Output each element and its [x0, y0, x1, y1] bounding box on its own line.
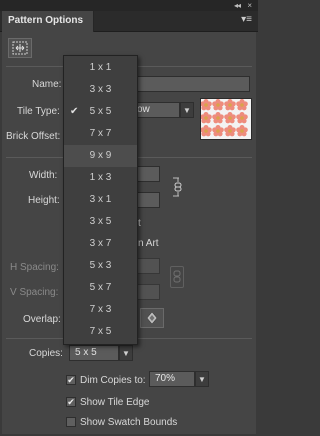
copies-dropdown-button[interactable]: ▼: [119, 345, 133, 361]
copies-value: 5 x 5: [75, 347, 97, 358]
brick-offset-label: Brick Offset:: [6, 131, 61, 142]
width-label: Width:: [29, 170, 58, 181]
h-spacing-label: H Spacing:: [10, 262, 59, 273]
name-label: Name:: [32, 79, 62, 90]
show-tile-edge-label: Show Tile Edge: [80, 397, 150, 408]
dropdown-item-9x9[interactable]: 9 x 9: [64, 145, 137, 167]
show-tile-edge-checkbox[interactable]: ✔: [66, 397, 76, 407]
name-field[interactable]: [130, 76, 250, 92]
close-panel-icon[interactable]: ×: [247, 0, 252, 11]
dropdown-item-3x7[interactable]: 3 x 7: [64, 233, 137, 255]
dim-copies-label: Dim Copies to:: [80, 375, 146, 386]
chevron-down-icon: ▼: [183, 105, 191, 115]
dropdown-item-7x3[interactable]: 7 x 3: [64, 299, 137, 321]
flower-pattern-image: [201, 99, 248, 137]
link-dimensions-icon[interactable]: [170, 176, 186, 201]
dropdown-item-7x5[interactable]: 7 x 5: [64, 321, 137, 343]
dropdown-item-5x7[interactable]: 5 x 7: [64, 277, 137, 299]
pattern-tile-tool-button[interactable]: [8, 38, 32, 58]
panel-menu-icon[interactable]: ▾≡: [241, 14, 252, 26]
height-label: Height:: [28, 195, 60, 206]
check-icon: ✔: [67, 375, 75, 385]
copies-label: Copies:: [29, 348, 63, 359]
dropdown-item-5x5[interactable]: ✔ 5 x 5: [64, 101, 137, 123]
dim-copies-value-field[interactable]: 70%: [149, 371, 195, 387]
chevron-down-icon: ▼: [198, 374, 206, 384]
copies-select[interactable]: 5 x 5: [69, 345, 119, 361]
tile-type-value: ow: [137, 104, 150, 115]
copies-dropdown-list[interactable]: 1 x 1 3 x 3 ✔ 5 x 5 7 x 7 9 x 9 1 x 3 3 x…: [63, 55, 138, 345]
tile-type-dropdown-button[interactable]: ▼: [180, 102, 194, 118]
dropdown-item-7x7[interactable]: 7 x 7: [64, 123, 137, 145]
dropdown-item-1x3[interactable]: 1 x 3: [64, 167, 137, 189]
pattern-tile-tool-icon: [12, 41, 28, 55]
show-swatch-bounds-checkbox[interactable]: [66, 417, 76, 427]
dropdown-item-5x3[interactable]: 5 x 3: [64, 255, 137, 277]
tab-pattern-options[interactable]: Pattern Options: [2, 11, 94, 32]
overlap-label: Overlap:: [23, 314, 61, 325]
link-spacing-icon[interactable]: [170, 266, 184, 288]
v-spacing-label: V Spacing:: [10, 287, 59, 298]
check-icon: ✔: [70, 106, 79, 117]
dim-copies-checkbox[interactable]: ✔: [66, 375, 76, 385]
panel-top-strip: [0, 0, 258, 11]
overlap-vertical-icon: [146, 311, 158, 325]
dim-copies-dropdown-button[interactable]: ▼: [195, 371, 209, 387]
show-swatch-bounds-label: Show Swatch Bounds: [80, 417, 178, 428]
move-tile-with-art-partial: n Art: [138, 238, 159, 249]
overlap-vertical-button[interactable]: [140, 308, 164, 328]
pattern-swatch-preview: [200, 98, 252, 140]
chevron-down-icon: ▼: [122, 348, 130, 358]
tile-type-label: Tile Type:: [17, 106, 60, 117]
dropdown-item-3x3[interactable]: 3 x 3: [64, 79, 137, 101]
check-icon: ✔: [67, 397, 75, 407]
size-tile-to-art-partial: t: [138, 218, 141, 229]
dropdown-item-3x5[interactable]: 3 x 5: [64, 211, 137, 233]
dropdown-item-3x1[interactable]: 3 x 1: [64, 189, 137, 211]
dropdown-item-1x1[interactable]: 1 x 1: [64, 57, 137, 79]
collapse-panel-icon[interactable]: ◂◂: [234, 0, 241, 11]
dim-copies-value: 70%: [155, 373, 176, 384]
